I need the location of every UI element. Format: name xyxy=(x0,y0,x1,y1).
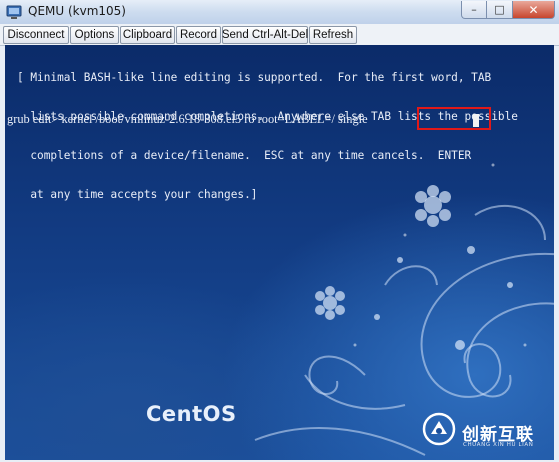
vm-console-screen[interactable]: [ Minimal BASH-like line editing is supp… xyxy=(5,45,554,460)
window-title: QEMU (kvm105) xyxy=(28,4,126,18)
record-button[interactable]: Record xyxy=(176,26,221,44)
minimize-icon: – xyxy=(471,3,477,16)
highlight-box xyxy=(417,107,491,130)
help-line: at any time accepts your changes.] xyxy=(17,188,258,201)
close-button[interactable]: ✕ xyxy=(513,1,555,19)
watermark-subtitle: CHUANG XIN HU LIAN xyxy=(463,442,534,448)
watermark: 创新互联 CHUANG XIN HU LIAN xyxy=(408,408,558,458)
help-line: completions of a device/filename. ESC at… xyxy=(17,149,472,162)
close-icon: ✕ xyxy=(528,2,539,17)
help-line: [ Minimal BASH-like line editing is supp… xyxy=(17,71,492,84)
centos-logo: CentOS xyxy=(146,402,237,426)
maximize-icon: □ xyxy=(494,3,505,16)
options-button[interactable]: Options xyxy=(70,26,119,44)
clipboard-button[interactable]: Clipboard xyxy=(120,26,175,44)
minimize-button[interactable]: – xyxy=(461,1,487,19)
disconnect-button[interactable]: Disconnect xyxy=(3,26,69,44)
maximize-button[interactable]: □ xyxy=(487,1,513,19)
grub-command-line[interactable]: grub edit> kernel /boot/vmlinuz-2.6.18-3… xyxy=(7,113,368,126)
window-titlebar[interactable]: QEMU (kvm105) – □ ✕ xyxy=(0,0,559,25)
grub-help-text: [ Minimal BASH-like line editing is supp… xyxy=(17,45,518,227)
qemu-app-icon xyxy=(6,5,22,19)
toolbar: Disconnect Options Clipboard Record Send… xyxy=(0,24,559,46)
send-ctrl-alt-del-button[interactable]: Send Ctrl-Alt-Del xyxy=(222,26,308,44)
window-controls: – □ ✕ xyxy=(461,1,555,20)
watermark-logo-icon xyxy=(422,412,456,446)
refresh-button[interactable]: Refresh xyxy=(309,26,357,44)
